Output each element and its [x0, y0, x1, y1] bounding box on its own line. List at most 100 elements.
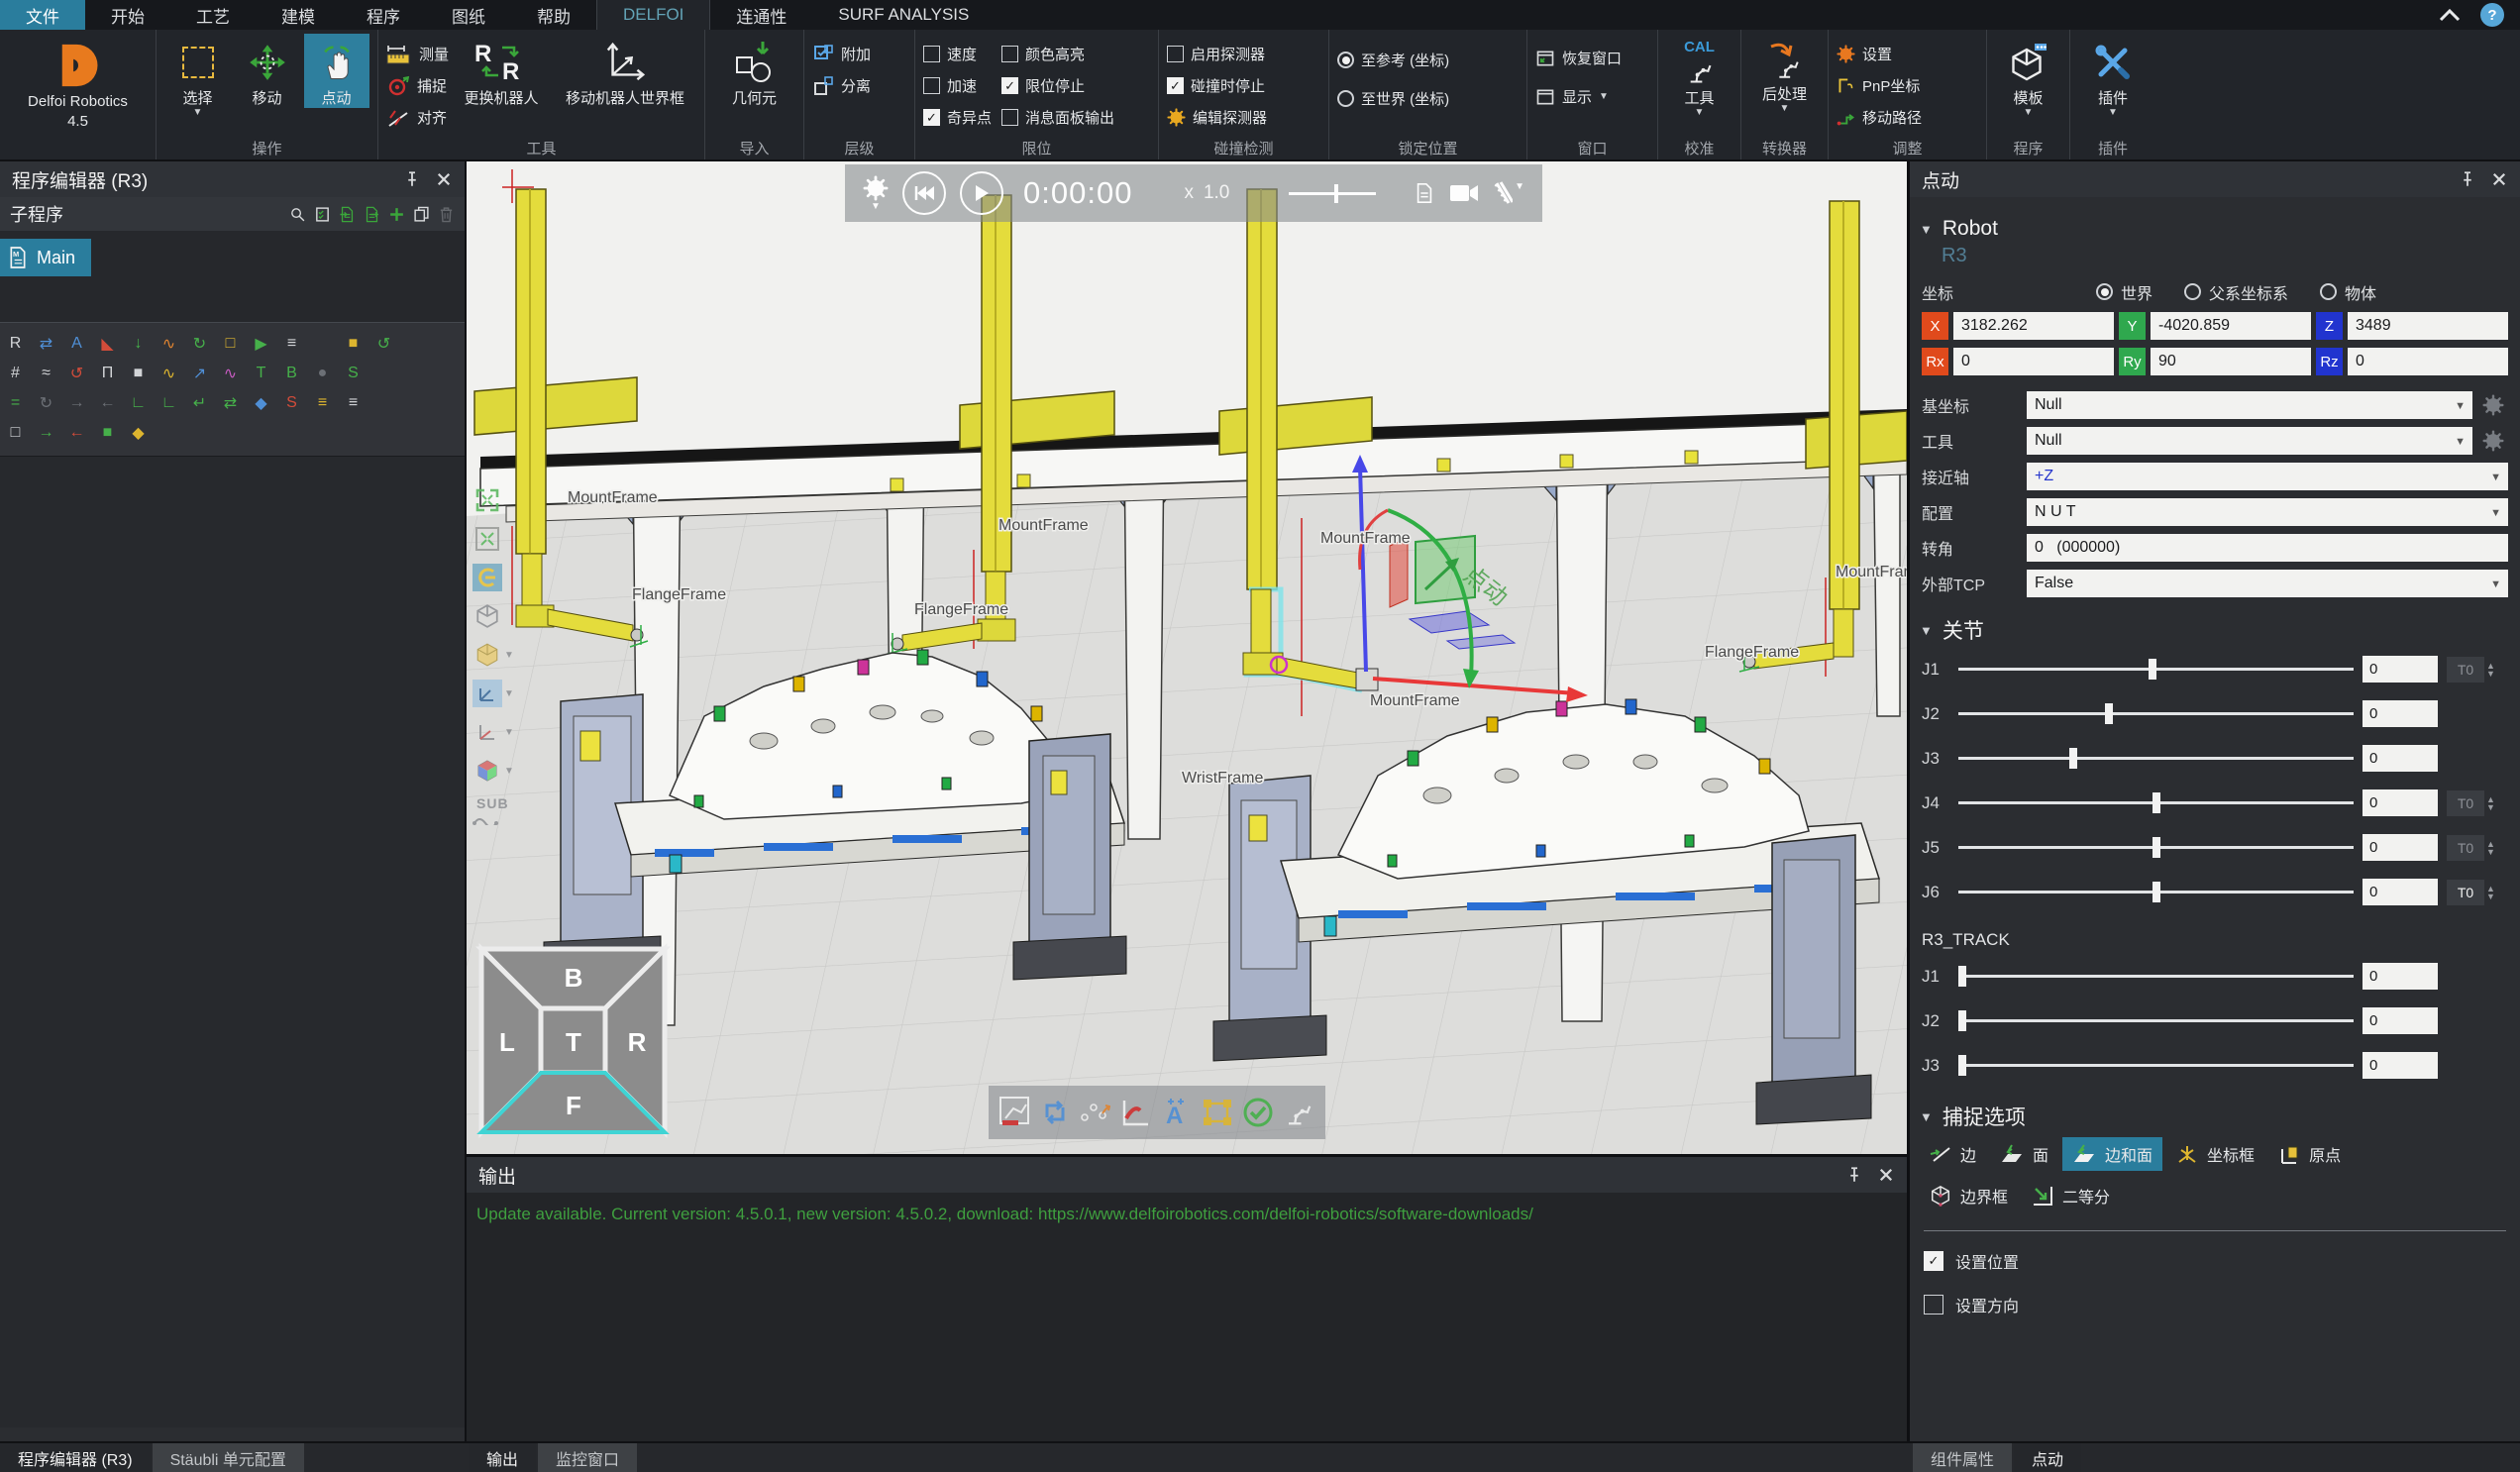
j2-value-input[interactable]: 0 — [2362, 700, 2438, 727]
tool-icon[interactable]: S — [278, 390, 305, 416]
rewind-button[interactable] — [902, 171, 946, 215]
check-icon[interactable] — [1242, 1095, 1274, 1130]
tool-icon[interactable]: ⇄ — [217, 390, 244, 416]
pin-icon[interactable] — [403, 170, 421, 188]
tool-icon[interactable]: ↵ — [186, 390, 213, 416]
snap-edge-and-face-button[interactable]: 边和面 — [2062, 1137, 2162, 1171]
collision-stop-on-collision[interactable]: ✓碰撞时停止 — [1167, 71, 1267, 100]
menu-tab-program[interactable]: 程序 — [341, 0, 426, 30]
menu-tab-help[interactable]: 帮助 — [511, 0, 596, 30]
j6-slider[interactable] — [1958, 891, 2354, 894]
coord-parent-radio[interactable]: 父系坐标系 — [2184, 280, 2288, 304]
coord-object-radio[interactable]: 物体 — [2320, 280, 2376, 304]
lock-to-world-radio[interactable]: 至世界 (坐标) — [1337, 84, 1449, 113]
fit-view-button[interactable] — [472, 486, 502, 514]
tool-icon[interactable] — [309, 331, 336, 357]
track-j2-value-input[interactable]: 0 — [2362, 1007, 2438, 1034]
export-pdf-icon[interactable] — [1414, 181, 1435, 205]
display-button[interactable]: 显示▼ — [1535, 82, 1622, 111]
tool-icon[interactable]: ≡ — [278, 331, 305, 357]
restore-window-button[interactable]: 恢复窗口 — [1535, 44, 1622, 72]
close-icon[interactable] — [435, 170, 453, 188]
move-path-button[interactable]: 移动路径 — [1837, 103, 1922, 132]
coord-world-radio[interactable]: 世界 — [2096, 280, 2152, 304]
export-program-icon[interactable] — [364, 206, 380, 223]
j5-slider-handle[interactable] — [2152, 837, 2160, 858]
track-j2-slider[interactable] — [1958, 1019, 2354, 1022]
spinner-arrows-icon[interactable]: ▲▼ — [2486, 840, 2495, 856]
select-button[interactable]: 选择▼ — [165, 34, 231, 117]
rx-rotation-input[interactable]: 0 — [1953, 348, 2114, 375]
film-strip-icon[interactable]: ▼ — [1493, 181, 1524, 205]
snap-button[interactable]: 捕捉 — [386, 71, 449, 100]
tool-icon[interactable]: ↺ — [370, 331, 397, 357]
tab-monitor-window[interactable]: 监控窗口 — [538, 1443, 637, 1472]
j4-value-input[interactable]: 0 — [2362, 789, 2438, 816]
tool-icon[interactable]: ◣ — [94, 331, 121, 357]
tab-jog[interactable]: 点动 — [2014, 1443, 2081, 1472]
view-cube[interactable]: B L T R F — [481, 949, 665, 1132]
pnp-frame-button[interactable]: PnP坐标 — [1837, 71, 1922, 100]
approach-axis-select[interactable]: +Z▼ — [2027, 463, 2508, 490]
j5-t0-button[interactable]: T0 — [2447, 835, 2484, 861]
joints-section-header[interactable]: ▼ 关节 — [1910, 601, 2520, 647]
robot-icon[interactable] — [1283, 1095, 1314, 1130]
j4-slider[interactable] — [1958, 801, 2354, 804]
tool-icon[interactable]: = — [2, 390, 29, 416]
frame-select-icon[interactable] — [1202, 1095, 1233, 1130]
track-j3-slider-handle[interactable] — [1958, 1055, 1966, 1076]
active-view-tool-button[interactable] — [472, 564, 502, 591]
tree-item-main[interactable]: M Main — [0, 239, 91, 276]
program-canvas[interactable] — [0, 457, 465, 1427]
collapse-ribbon-icon[interactable] — [2439, 8, 2461, 22]
align-button[interactable]: 对齐 — [386, 103, 449, 132]
settings-button[interactable]: 设置 — [1837, 40, 1922, 68]
menu-tab-file[interactable]: 文件 — [0, 0, 85, 30]
tool-icon[interactable]: ▶ — [248, 331, 274, 357]
track-j3-slider[interactable] — [1958, 1064, 2354, 1067]
plugins-button[interactable]: 插件▼ — [2080, 34, 2146, 117]
limit-check-singularity[interactable]: ✓奇异点 — [923, 103, 992, 132]
tool-icon[interactable]: ■ — [94, 420, 121, 446]
help-button[interactable]: ? — [2480, 3, 2504, 27]
tool-icon[interactable]: → — [33, 420, 59, 446]
j1-slider-handle[interactable] — [2149, 659, 2156, 680]
tool-icon[interactable]: ≡ — [340, 390, 367, 416]
tool-icon[interactable]: ≡ — [309, 390, 336, 416]
fit-selection-button[interactable] — [472, 525, 502, 553]
menu-tab-delfoi[interactable]: DELFOI — [596, 0, 710, 30]
j1-slider[interactable] — [1958, 668, 2354, 671]
tool-icon[interactable]: ◆ — [248, 390, 274, 416]
search-icon[interactable] — [289, 206, 306, 223]
menu-tab-connectivity[interactable]: 连通性 — [710, 0, 812, 30]
tool-icon[interactable]: □ — [217, 331, 244, 357]
tool-icon[interactable]: ■ — [125, 361, 152, 386]
spinner-arrows-icon[interactable]: ▲▼ — [2486, 795, 2495, 811]
limit-check-message-panel[interactable]: ✓消息面板输出 — [1001, 103, 1114, 132]
menu-tab-modeling[interactable]: 建模 — [256, 0, 341, 30]
track-j1-slider-handle[interactable] — [1958, 966, 1966, 987]
lock-to-reference-radio[interactable]: 至参考 (坐标) — [1337, 46, 1449, 74]
tool-icon[interactable]: ■ — [340, 331, 367, 357]
j4-slider-handle[interactable] — [2152, 792, 2160, 813]
graph-icon[interactable] — [1120, 1095, 1152, 1130]
tool-icon[interactable]: → — [63, 390, 90, 416]
attach-button[interactable]: 附加 — [812, 40, 871, 68]
speed-slider[interactable] — [1289, 192, 1376, 195]
tool-icon[interactable]: ↺ — [63, 361, 90, 386]
snap-bisect-button[interactable]: 二等分 — [2022, 1179, 2120, 1212]
tool-icon[interactable]: ↗ — [186, 361, 213, 386]
snap-frame-button[interactable]: 坐标框 — [2166, 1137, 2264, 1171]
tool-icon[interactable]: ∟ — [125, 390, 152, 416]
jog-button[interactable]: 点动 — [304, 34, 369, 108]
rz-rotation-input[interactable]: 0 — [2348, 348, 2508, 375]
collision-edit-detector[interactable]: 编辑探测器 — [1167, 103, 1267, 132]
move-button[interactable]: 移动 — [235, 34, 300, 108]
robot-section-header[interactable]: ▼ Robot — [1910, 203, 2520, 243]
calibration-tool-button[interactable]: CAL 工具▼ — [1667, 34, 1732, 117]
move-robot-world-button[interactable]: 移动机器人世界框 — [554, 34, 696, 108]
limit-check-accel[interactable]: ✓加速 — [923, 71, 992, 100]
menu-tab-process[interactable]: 工艺 — [170, 0, 256, 30]
tool-icon[interactable]: Π — [94, 361, 121, 386]
menu-tab-surf-analysis[interactable]: SURF ANALYSIS — [812, 0, 995, 30]
